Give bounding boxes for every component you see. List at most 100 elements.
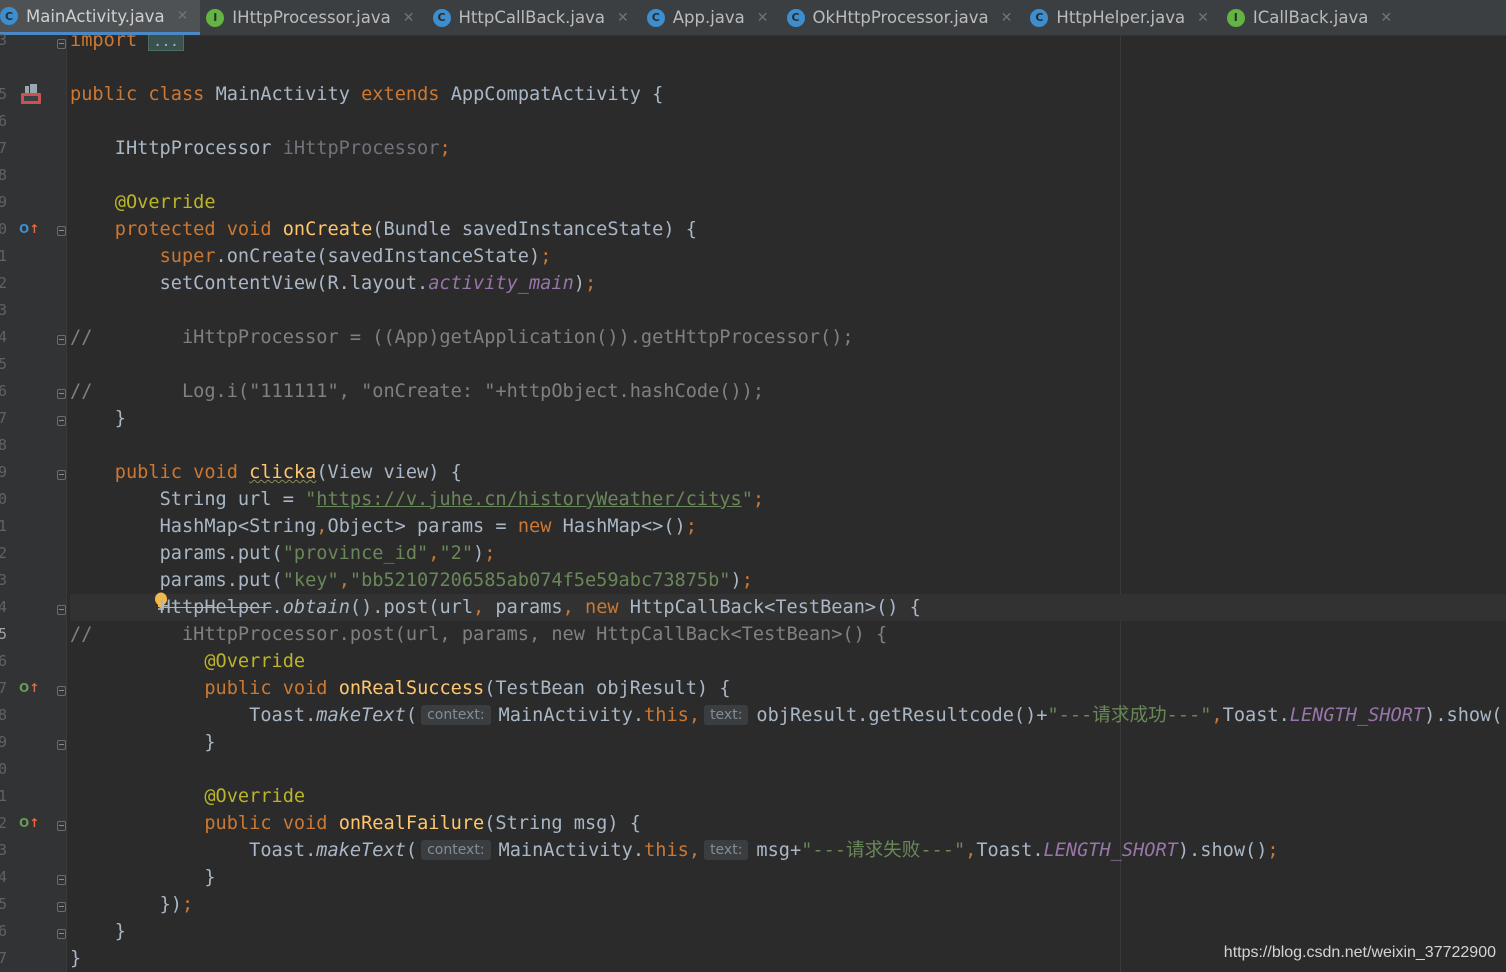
keyword: public	[204, 813, 272, 834]
comment-marker: //	[70, 381, 93, 402]
line-number: 4	[0, 598, 8, 616]
comment-text: Log.i("111111", "onCreate: "+httpObject.…	[181, 381, 765, 402]
code-line: // iHttpProcessor.post(url, params, new …	[70, 621, 887, 648]
fold-toggle-icon[interactable]	[57, 929, 66, 939]
fold-toggle-icon[interactable]	[57, 39, 66, 49]
line-number: 3	[0, 571, 8, 589]
comment-marker: //	[70, 624, 93, 645]
keyword: new	[517, 516, 552, 537]
layout-preview-icon[interactable]	[20, 83, 42, 105]
line-number: 5	[0, 625, 8, 643]
code-text: objResult.getResultcode()+	[756, 705, 1048, 726]
fold-toggle-icon[interactable]	[57, 389, 66, 399]
line-number: 8	[0, 436, 8, 454]
editor-gutter[interactable]: 35678901234567890123456789012345678 O↑ O…	[0, 31, 67, 972]
class-icon: C	[786, 8, 805, 27]
code-line: }	[70, 405, 126, 432]
line-number: 6	[0, 922, 8, 940]
punctuation: ;	[439, 138, 451, 159]
fold-toggle-icon[interactable]	[57, 226, 66, 236]
tab-label: HttpHelper.java	[1056, 8, 1186, 27]
punctuation: (	[405, 840, 418, 861]
brace: }	[70, 948, 82, 969]
code-text: HashMap<>()	[551, 516, 686, 537]
tab-httpcallback[interactable]: C HttpCallBack.java ✕	[427, 0, 641, 35]
fold-toggle-icon[interactable]	[57, 902, 66, 912]
code-line: });	[70, 891, 194, 918]
line-number: 3	[0, 31, 8, 49]
keyword: public	[70, 84, 138, 105]
brace: }	[114, 921, 126, 942]
line-number: 6	[0, 382, 8, 400]
code-line: public void clicka(View view) {	[70, 459, 462, 486]
class-name: MainActivity	[215, 84, 350, 105]
keyword: import	[70, 35, 138, 51]
keyword: public	[114, 462, 182, 483]
class-icon: C	[646, 8, 665, 27]
code-line: String url = "https://v.juhe.cn/historyW…	[70, 486, 765, 513]
fold-toggle-icon[interactable]	[57, 470, 66, 480]
tab-label: MainActivity.java	[26, 6, 165, 26]
code-text: Toast.	[249, 705, 317, 726]
keyword: this	[644, 705, 689, 726]
fold-toggle-icon[interactable]	[57, 740, 66, 750]
line-number: 0	[0, 220, 8, 238]
code-text: )	[473, 543, 485, 564]
close-icon[interactable]: ✕	[1197, 10, 1209, 26]
tab-ihttpprocessor[interactable]: I IHttpProcessor.java ✕	[200, 0, 426, 35]
close-icon[interactable]: ✕	[1001, 10, 1013, 26]
fold-toggle-icon[interactable]	[57, 416, 66, 426]
url-link[interactable]: https://v.juhe.cn/historyWeather/citys	[316, 489, 741, 510]
comment-marker: //	[70, 327, 93, 348]
fold-toggle-icon[interactable]	[57, 335, 66, 345]
keyword: new	[585, 597, 619, 618]
fold-toggle-icon[interactable]	[57, 821, 66, 831]
tab-icallback[interactable]: I ICallBack.java ✕	[1221, 0, 1404, 35]
code-text: ).show()	[1424, 705, 1506, 726]
close-icon[interactable]: ✕	[1380, 10, 1392, 26]
tab-okhttpprocessor[interactable]: C OkHttpProcessor.java ✕	[781, 0, 1025, 35]
line-number: 0	[0, 760, 8, 778]
code-text: ().post(url	[349, 597, 474, 618]
code-area[interactable]: import ... public class MainActivity ext…	[70, 35, 1506, 972]
code-line: HashMap<String,Object> params = new Hash…	[70, 513, 697, 540]
string-literal: "	[741, 489, 753, 510]
tab-main-activity[interactable]: C MainActivity.java ✕	[0, 0, 201, 35]
punctuation: ;	[484, 543, 496, 564]
fold-toggle-icon[interactable]	[57, 686, 66, 696]
close-icon[interactable]: ✕	[177, 8, 189, 24]
code-line: IHttpProcessor iHttpProcessor;	[70, 135, 451, 162]
parameter-hint: context:	[421, 840, 491, 860]
code-line: // Log.i("111111", "onCreate: "+httpObje…	[70, 378, 764, 405]
code-line: Toast.makeText(context: MainActivity.this…	[70, 702, 1506, 729]
code-line: import ...	[70, 35, 184, 54]
close-icon[interactable]: ✕	[617, 10, 629, 26]
override-marker-icon[interactable]: O↑	[19, 681, 39, 695]
code-line: @Override	[70, 189, 216, 216]
fold-toggle-icon[interactable]	[57, 605, 66, 615]
code-text: setContentView(R.layout.	[159, 273, 429, 294]
line-number: 7	[0, 949, 8, 967]
tab-app[interactable]: C App.java ✕	[641, 0, 781, 35]
override-marker-icon[interactable]: O↑	[19, 816, 39, 830]
line-number: 4	[0, 868, 8, 886]
close-icon[interactable]: ✕	[757, 10, 769, 26]
code-text: params.put(	[159, 543, 283, 564]
fold-toggle-icon[interactable]	[57, 875, 66, 885]
annotation: @Override	[204, 651, 306, 672]
keyword: this	[644, 840, 689, 861]
tab-label: OkHttpProcessor.java	[812, 8, 989, 27]
punctuation: ,	[316, 516, 328, 537]
line-number: 4	[0, 328, 8, 346]
tab-httphelper[interactable]: C HttpHelper.java ✕	[1024, 0, 1220, 35]
parameter-hint: text:	[704, 705, 749, 725]
code-editor[interactable]: C MainActivity.java ✕ I IHttpProcessor.j…	[0, 0, 1506, 972]
code-text: (Bundle savedInstanceState) {	[372, 219, 697, 240]
folded-imports[interactable]: ...	[148, 35, 184, 51]
override-marker-icon[interactable]: O↑	[19, 222, 39, 236]
close-icon[interactable]: ✕	[403, 10, 415, 26]
code-line: params.put("province_id","2");	[70, 540, 496, 567]
tab-label: IHttpProcessor.java	[232, 8, 391, 27]
editor-tab-bar: C MainActivity.java ✕ I IHttpProcessor.j…	[0, 0, 1506, 36]
punctuation: ,	[338, 570, 350, 591]
